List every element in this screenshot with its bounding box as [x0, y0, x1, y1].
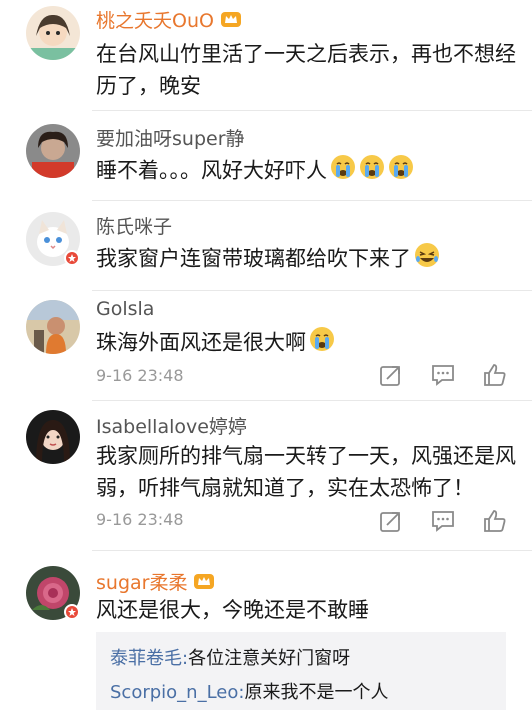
verified-badge-icon — [64, 604, 80, 620]
comment-item: Golsla 珠海外面风还是很大啊 9-16 23:48 — [0, 290, 532, 400]
vip-crown-icon — [193, 572, 215, 595]
username[interactable]: 要加油呀super静 — [96, 124, 245, 151]
reply-username[interactable]: Scorpio_n_Leo — [110, 682, 238, 703]
username[interactable]: 桃之夭夭OuO — [96, 6, 242, 33]
reply-preview-box[interactable]: 泰菲卷毛:各位注意关好门窗呀 Scorpio_n_Leo:原来我不是一个人 — [96, 632, 506, 710]
reply-item[interactable]: 泰菲卷毛:各位注意关好门窗呀 — [110, 644, 350, 670]
comment-text: 风还是很大，今晚还是不敢睡 — [96, 598, 369, 622]
reply-text: 各位注意关好门窗呀 — [188, 648, 351, 669]
verified-badge-icon — [64, 250, 80, 266]
divider — [92, 400, 532, 401]
comment-text: 睡不着。。。风好大好吓人 — [96, 154, 516, 189]
divider — [92, 550, 532, 551]
reply-item[interactable]: Scorpio_n_Leo:原来我不是一个人 — [110, 678, 388, 704]
comment-item: 桃之夭夭OuO 在台风山竹里活了一天之后表示，再也不想经历了，晚安 — [0, 0, 532, 110]
comment-item: 陈氏咪子 我家窗户连窗带玻璃都给吹下来了 — [0, 200, 532, 290]
like-icon[interactable] — [482, 362, 508, 388]
divider — [92, 200, 532, 201]
reply-username[interactable]: 泰菲卷毛 — [110, 648, 182, 669]
username[interactable]: 陈氏咪子 — [96, 212, 172, 239]
comment-text: 我家窗户连窗带玻璃都给吹下来了 — [96, 242, 516, 277]
divider — [92, 110, 532, 111]
laughing-emoji-icon — [414, 242, 440, 277]
username[interactable]: Golsla — [96, 298, 154, 320]
avatar[interactable] — [26, 410, 80, 464]
username[interactable]: sugar柔柔 — [96, 568, 215, 595]
comment-item: 要加油呀super静 睡不着。。。风好大好吓人 — [0, 110, 532, 200]
crying-emoji-icon — [388, 154, 414, 189]
crying-emoji-icon — [309, 326, 335, 361]
comment-icon[interactable] — [430, 362, 456, 388]
reply-text: 原来我不是一个人 — [244, 682, 389, 703]
comment-icon[interactable] — [430, 508, 456, 534]
comment-text-content: 睡不着。。。风好大好吓人 — [96, 158, 327, 183]
timestamp: 9-16 23:48 — [96, 510, 184, 529]
timestamp: 9-16 23:48 — [96, 366, 184, 385]
username[interactable]: Isabellalove婷婷 — [96, 412, 247, 439]
comment-text-content: 珠海外面风还是很大啊 — [96, 330, 306, 355]
username-text[interactable]: sugar柔柔 — [96, 572, 187, 594]
comment-text: 在台风山竹里活了一天之后表示，再也不想经历了，晚安 — [96, 42, 516, 98]
like-icon[interactable] — [482, 508, 508, 534]
comment-text-content: 我家窗户连窗带玻璃都给吹下来了 — [96, 246, 411, 271]
repost-icon[interactable] — [378, 362, 404, 388]
comment-item: Isabellalove婷婷 我家厕所的排气扇一天转了一天，风强还是风弱，听排气… — [0, 400, 532, 550]
vip-crown-icon — [220, 10, 242, 33]
repost-icon[interactable] — [378, 508, 404, 534]
crying-emoji-icon — [330, 154, 356, 189]
avatar[interactable] — [26, 6, 80, 60]
username-text[interactable]: 桃之夭夭OuO — [96, 10, 214, 32]
comment-text: 珠海外面风还是很大啊 — [96, 326, 516, 361]
avatar[interactable] — [26, 300, 80, 354]
crying-emoji-icon — [359, 154, 385, 189]
divider — [92, 290, 532, 291]
avatar[interactable] — [26, 124, 80, 178]
comment-text: 我家厕所的排气扇一天转了一天，风强还是风弱，听排气扇就知道了，实在太恐怖了！ — [96, 444, 516, 500]
